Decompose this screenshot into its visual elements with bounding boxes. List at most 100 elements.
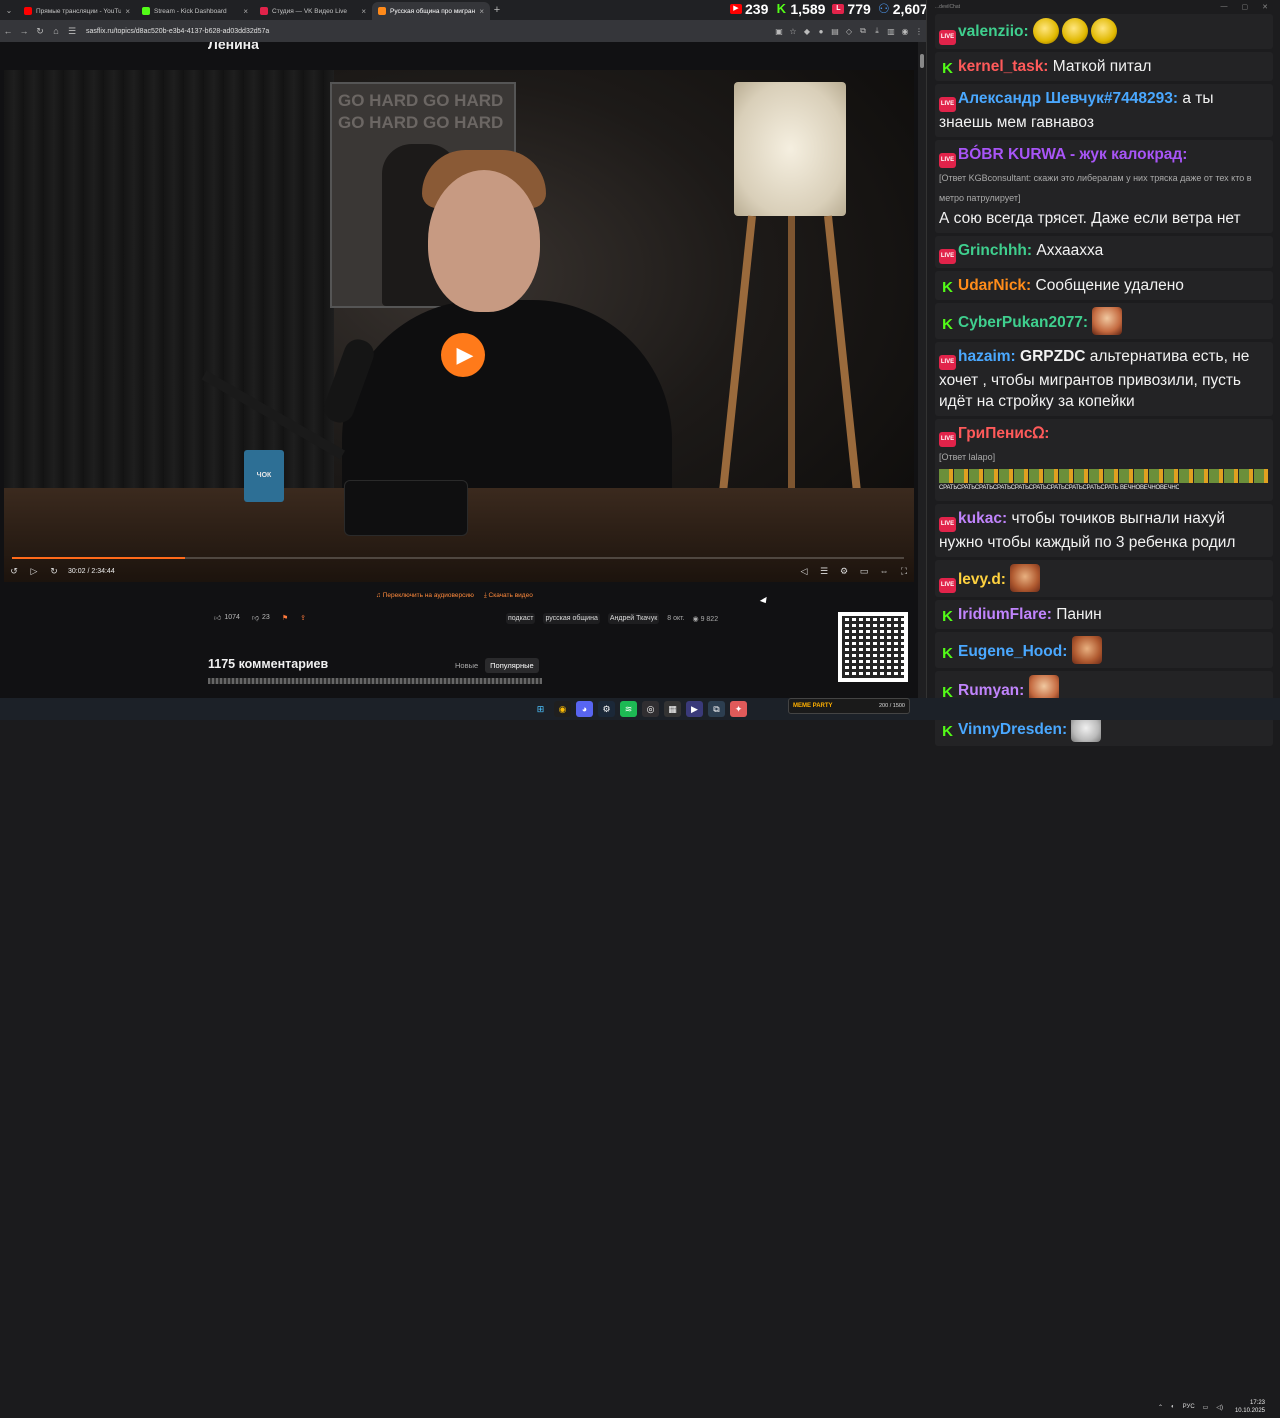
minimize-icon[interactable]: — <box>1221 3 1228 11</box>
steam-icon[interactable]: ⚙ <box>598 701 615 717</box>
new-tab-button[interactable]: + <box>490 4 504 16</box>
tab-close-icon[interactable]: × <box>479 7 484 16</box>
qr-code <box>838 612 908 682</box>
network-icon[interactable]: ▭ <box>1203 1404 1209 1411</box>
back-icon[interactable]: ← <box>0 26 16 36</box>
tag[interactable]: русская община <box>543 613 600 624</box>
rewind-icon[interactable]: ↺ <box>4 566 24 577</box>
video-progress-bar[interactable] <box>12 557 904 559</box>
chat-username[interactable]: IridiumFlare: <box>958 606 1052 623</box>
app-icon[interactable]: ⧉ <box>708 701 725 717</box>
chat-username[interactable]: CyberPukan2077: <box>958 314 1088 331</box>
app-icon[interactable]: ✦ <box>730 701 747 717</box>
url-field[interactable]: sasflix.ru/topics/d8ac520b-e3b4-4137-b62… <box>86 28 772 35</box>
browser-tab[interactable]: Студия — VK Видео Live × <box>254 2 372 20</box>
language-indicator[interactable]: РУС <box>1183 1404 1195 1410</box>
chat-username[interactable]: Александр Шевчук#7448293: <box>958 90 1178 107</box>
chat-username[interactable]: UdarNick: <box>958 277 1031 294</box>
profile-icon[interactable]: ◉ <box>898 27 912 36</box>
comment-input[interactable] <box>208 678 542 684</box>
play-small-icon[interactable]: ▷ <box>24 566 44 577</box>
meme-party-widget[interactable]: MEME PARTY 200 / 1500 <box>788 698 910 714</box>
miniplayer-icon[interactable]: ▭ <box>854 566 874 577</box>
chat-username[interactable]: hazaim: <box>958 348 1016 365</box>
download-icon[interactable]: ⤓ <box>870 26 884 36</box>
extensions-puzzle-icon[interactable]: ⧉ <box>856 26 870 36</box>
stat-kick: K 1,589 <box>775 1 826 17</box>
page-scrollbar[interactable] <box>918 42 926 698</box>
tag[interactable]: Андрей Ткачук <box>607 613 660 624</box>
chat-username[interactable]: Rumyan: <box>958 682 1024 699</box>
reload-icon[interactable]: ↻ <box>32 26 48 37</box>
chat-emote-icon <box>1090 18 1117 44</box>
chat-username[interactable]: levy.d: <box>958 571 1006 588</box>
chat-message: LIVE kukac: чтобы точиков выгнали нахуй н… <box>935 504 1273 557</box>
browser-tab[interactable]: Русская община про мигрант × <box>372 2 490 20</box>
chat-username[interactable]: BÓBR KURWA - жук калокрад: <box>958 146 1187 163</box>
chat-username[interactable]: kukac: <box>958 510 1007 527</box>
browser-tab[interactable]: Stream - Kick Dashboard × <box>136 2 254 20</box>
extension-icon[interactable]: ◇ <box>842 27 856 36</box>
forward-skip-icon[interactable]: ↻ <box>44 566 64 577</box>
chat-username[interactable]: valenziio: <box>958 23 1029 40</box>
chat-text: А сою всегда трясет. Даже если ветра нет <box>939 210 1241 227</box>
bookmark-icon[interactable]: ⚑ <box>282 614 288 622</box>
tab-close-icon[interactable]: × <box>361 7 366 16</box>
sort-new-tab[interactable]: Новые <box>450 658 483 673</box>
tab-favicon-icon <box>378 7 386 15</box>
tab-close-icon[interactable]: × <box>125 7 130 16</box>
chrome-icon[interactable]: ◉ <box>554 701 571 717</box>
chat-username[interactable]: VinnyDresden: <box>958 721 1067 738</box>
obs-icon[interactable]: ◎ <box>642 701 659 717</box>
bookmark-star-icon[interactable]: ☆ <box>786 27 800 36</box>
forward-icon[interactable]: → <box>16 26 32 36</box>
tag[interactable]: подкаст <box>506 613 536 624</box>
site-info-icon[interactable]: ☰ <box>64 26 80 37</box>
audio-version-link[interactable]: ♫ Переключить на аудиоверсию <box>376 592 474 600</box>
app-icon[interactable]: ▶ <box>686 701 703 717</box>
chat-username[interactable]: Eugene_Hood: <box>958 643 1067 660</box>
tray-chevron-icon[interactable]: ⌃ <box>1158 1404 1163 1411</box>
home-icon[interactable]: ⌂ <box>48 26 64 36</box>
clock[interactable]: 17:23 10.10.2025 <box>1235 1399 1265 1415</box>
video-player[interactable]: GO HARD GO HARD GO HARD GO HARD ЧОК ▶ <box>4 70 914 582</box>
maximize-icon[interactable]: ▢ <box>1242 3 1249 11</box>
download-video-link[interactable]: ⤓ Скачать видео <box>484 592 533 600</box>
mug-label: ЧОК <box>256 472 272 479</box>
chapters-icon[interactable]: ☰ <box>814 566 834 577</box>
vk-live-badge-icon: LIVE <box>939 355 956 370</box>
sort-popular-tab[interactable]: Популярные <box>485 658 539 673</box>
theater-icon[interactable]: ⇔ <box>874 566 894 576</box>
chat-username[interactable]: Grinchhh: <box>958 242 1032 259</box>
start-menu-icon[interactable]: ⊞ <box>532 701 549 717</box>
scrollbar-thumb[interactable] <box>920 54 924 68</box>
sidebar-icon[interactable]: ▥ <box>884 27 898 36</box>
settings-gear-icon[interactable]: ⚙ <box>834 566 854 577</box>
vk-live-badge-icon: LIVE <box>939 578 956 593</box>
chat-username[interactable]: ГриПенисᘯ: <box>958 425 1049 442</box>
install-app-icon[interactable]: ▣ <box>772 27 786 36</box>
app-icon[interactable]: ▦ <box>664 701 681 717</box>
menu-icon[interactable]: ⋮ <box>912 27 926 36</box>
share-icon[interactable]: ⇪ <box>300 614 306 622</box>
chat-emote-icon <box>1010 564 1041 592</box>
tab-close-icon[interactable]: × <box>243 7 248 16</box>
chat-username[interactable]: kernel_task: <box>958 58 1048 75</box>
spotify-icon[interactable]: ≋ <box>620 701 637 717</box>
browser-tab[interactable]: Прямые трансляции - YouTube × <box>18 2 136 20</box>
chat-message: LIVE Grinchhh: Аххааxха <box>935 236 1273 268</box>
fullscreen-icon[interactable]: ⛶ <box>894 566 914 577</box>
like-button[interactable]: 👍︎ 1074 <box>214 613 240 622</box>
extension-icon[interactable]: ▤ <box>828 27 842 36</box>
discord-icon[interactable]: ◕ <box>576 701 593 717</box>
volume-icon[interactable]: ◁ <box>794 566 814 577</box>
extension-icon[interactable]: ◆ <box>800 27 814 36</box>
dislike-button[interactable]: 👎︎ 23 <box>252 613 270 622</box>
play-button[interactable]: ▶ <box>441 333 485 377</box>
chat-message: K IridiumFlare: Панин <box>935 600 1273 629</box>
tab-search-icon[interactable]: ⌄ <box>0 6 18 15</box>
mic-icon[interactable]: ◐ <box>1171 1404 1175 1410</box>
extension-icon[interactable]: ● <box>814 27 828 36</box>
close-icon[interactable]: ✕ <box>1262 3 1268 11</box>
volume-tray-icon[interactable]: ◁) <box>1216 1404 1223 1411</box>
